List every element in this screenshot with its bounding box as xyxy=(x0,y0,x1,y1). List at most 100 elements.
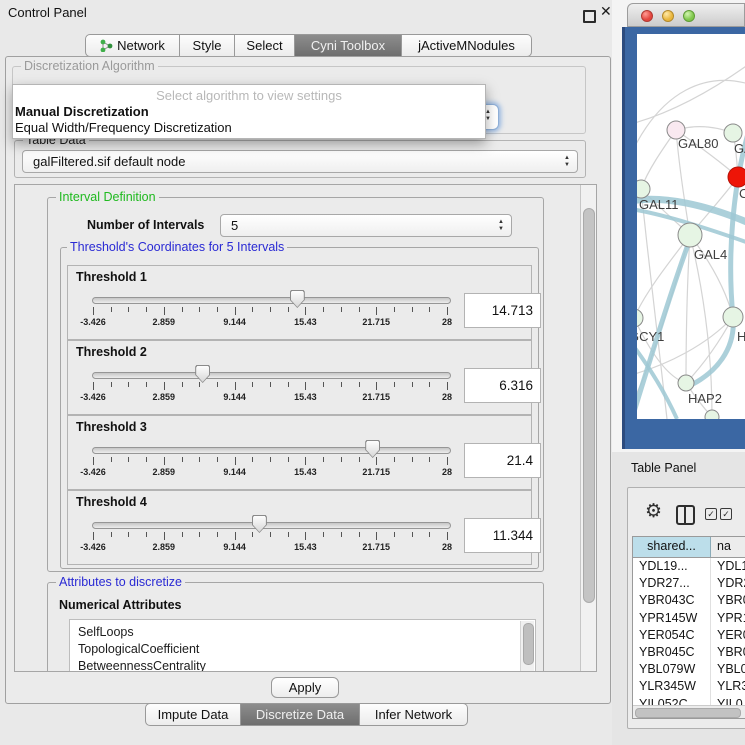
column-header-shared-name[interactable]: shared... xyxy=(633,537,711,557)
slider-tick-label: 2.859 xyxy=(142,317,186,327)
settings-scrollbar-thumb[interactable] xyxy=(583,208,595,603)
settings-scrollbar[interactable] xyxy=(580,185,596,671)
slider-thumb[interactable] xyxy=(252,515,267,533)
tab-infer-network[interactable]: Infer Network xyxy=(360,703,468,726)
network-node-ga[interactable] xyxy=(724,124,742,142)
attribute-list-item[interactable]: BetweennessCentrality xyxy=(70,658,535,672)
minimize-traffic-light-icon[interactable] xyxy=(662,10,674,22)
table-horizontal-scrollbar[interactable] xyxy=(633,705,745,719)
network-node-hap2[interactable] xyxy=(678,375,694,391)
checkbox-icon[interactable]: ✓ xyxy=(705,508,717,520)
slider-tick xyxy=(182,307,183,312)
threshold-value-field[interactable]: 21.4 xyxy=(464,443,541,478)
table-data-combobox[interactable]: galFiltered.sif default node ▲▼ xyxy=(22,150,578,173)
slider-thumb-face xyxy=(291,291,304,307)
tab-cyni-toolbox[interactable]: Cyni Toolbox xyxy=(295,34,402,57)
cell-name[interactable]: YPR1 xyxy=(711,610,745,627)
threshold-row: Threshold 2-3.4262.8599.14415.4321.71528… xyxy=(67,340,532,415)
network-canvas[interactable]: GAL80GACGAL11GAL4GCY1HHAP2 xyxy=(637,34,745,419)
network-node-h[interactable] xyxy=(723,307,743,327)
table-row[interactable]: YER054CYER0 xyxy=(633,627,745,644)
network-node-gcy1[interactable] xyxy=(637,309,643,327)
slider-tick-label: -3.426 xyxy=(71,317,115,327)
network-node-gal4[interactable] xyxy=(678,223,702,247)
table-row[interactable]: YDL19...YDL1 xyxy=(633,558,745,575)
threshold-value-field[interactable]: 11.344 xyxy=(464,518,541,553)
attributes-scrollbar-thumb[interactable] xyxy=(523,623,534,665)
cell-shared-name[interactable]: YBR045C xyxy=(633,644,711,661)
slider-track[interactable] xyxy=(92,297,451,304)
cell-name[interactable]: YBR0 xyxy=(711,644,745,661)
cell-shared-name[interactable]: YLR345W xyxy=(633,678,711,695)
tab-style[interactable]: Style xyxy=(180,34,235,57)
tab-discretize-data[interactable]: Discretize Data xyxy=(241,703,360,726)
attribute-list-item[interactable]: SelfLoops xyxy=(70,624,535,641)
table-hscrollbar-thumb[interactable] xyxy=(635,708,741,718)
columns-icon[interactable] xyxy=(676,505,695,525)
network-edge[interactable] xyxy=(637,64,745,124)
control-panel-title: Control Panel xyxy=(8,5,87,20)
slider-tick xyxy=(217,532,218,537)
cell-name[interactable]: YDL1 xyxy=(711,558,745,575)
table-row[interactable]: YLR345WYLR3 xyxy=(633,678,745,695)
slider-track[interactable] xyxy=(92,372,451,379)
network-node-unlabeled[interactable] xyxy=(705,410,719,419)
attribute-list-item[interactable]: TopologicalCoefficient xyxy=(70,641,535,658)
network-edge[interactable] xyxy=(641,130,676,189)
table-row[interactable]: YPR145WYPR1 xyxy=(633,610,745,627)
algorithm-option[interactable]: Manual Discretization xyxy=(15,104,149,119)
close-icon[interactable]: ✕ xyxy=(600,3,612,20)
tab-jactivemnodules[interactable]: jActiveMNodules xyxy=(402,34,532,57)
tab-select[interactable]: Select xyxy=(235,34,295,57)
slider-tick xyxy=(288,532,289,537)
network-node-c[interactable] xyxy=(728,167,745,187)
algorithm-option[interactable]: Equal Width/Frequency Discretization xyxy=(15,120,232,135)
table-row[interactable]: YBR045CYBR0 xyxy=(633,644,745,661)
network-edge[interactable] xyxy=(686,235,690,383)
tab-impute-data[interactable]: Impute Data xyxy=(145,703,241,726)
slider-track[interactable] xyxy=(92,447,451,454)
cell-name[interactable]: YBR0 xyxy=(711,592,745,609)
cell-name[interactable]: YBL0 xyxy=(711,661,745,678)
slider-thumb[interactable] xyxy=(365,440,380,458)
float-window-icon[interactable] xyxy=(583,10,596,23)
attributes-scrollbar[interactable] xyxy=(520,621,534,672)
threshold-value-field[interactable]: 14.713 xyxy=(464,293,541,328)
slider-tick-label: 9.144 xyxy=(213,467,257,477)
cell-shared-name[interactable]: YDL19... xyxy=(633,558,711,575)
slider-track[interactable] xyxy=(92,522,451,529)
slider-tick xyxy=(341,382,342,387)
table-row[interactable]: YBL079WYBL0 xyxy=(633,661,745,678)
checkbox-icon[interactable]: ✓ xyxy=(720,508,732,520)
cell-shared-name[interactable]: YPR145W xyxy=(633,610,711,627)
combo-stepper-icon: ▲▼ xyxy=(563,155,571,169)
cell-shared-name[interactable]: YBR043C xyxy=(633,592,711,609)
slider-thumb[interactable] xyxy=(290,290,305,308)
cell-name[interactable]: YER0 xyxy=(711,627,745,644)
tab-label: Network xyxy=(117,35,165,56)
zoom-traffic-light-icon[interactable] xyxy=(683,10,695,22)
cell-shared-name[interactable]: YDR27... xyxy=(633,575,711,592)
network-window-titlebar[interactable] xyxy=(627,3,745,27)
cell-name[interactable]: YDR2 xyxy=(711,575,745,592)
tab-network[interactable]: Network xyxy=(85,34,180,57)
close-traffic-light-icon[interactable] xyxy=(641,10,653,22)
slider-tick xyxy=(252,382,253,387)
tab-label: jActiveMNodules xyxy=(418,35,515,56)
slider-tick xyxy=(305,382,306,390)
apply-button[interactable]: Apply xyxy=(271,677,339,698)
network-edge[interactable] xyxy=(637,235,690,318)
column-header-name[interactable]: na xyxy=(711,537,745,557)
cell-name[interactable]: YLR3 xyxy=(711,678,745,695)
table-row[interactable]: YBR043CYBR0 xyxy=(633,592,745,609)
cell-shared-name[interactable]: YER054C xyxy=(633,627,711,644)
cell-shared-name[interactable]: YBL079W xyxy=(633,661,711,678)
threshold-value-field[interactable]: 6.316 xyxy=(464,368,541,403)
gear-icon[interactable]: ⚙ xyxy=(645,500,662,523)
slider-thumb[interactable] xyxy=(195,365,210,383)
slider-tick xyxy=(323,457,324,462)
number-of-intervals-combobox[interactable]: 5 ▲▼ xyxy=(220,214,512,237)
cyni-bottom-tab-bar: Impute DataDiscretize DataInfer Network xyxy=(145,703,468,726)
table-row[interactable]: YDR27...YDR2 xyxy=(633,575,745,592)
network-node-gal11[interactable] xyxy=(637,180,650,198)
